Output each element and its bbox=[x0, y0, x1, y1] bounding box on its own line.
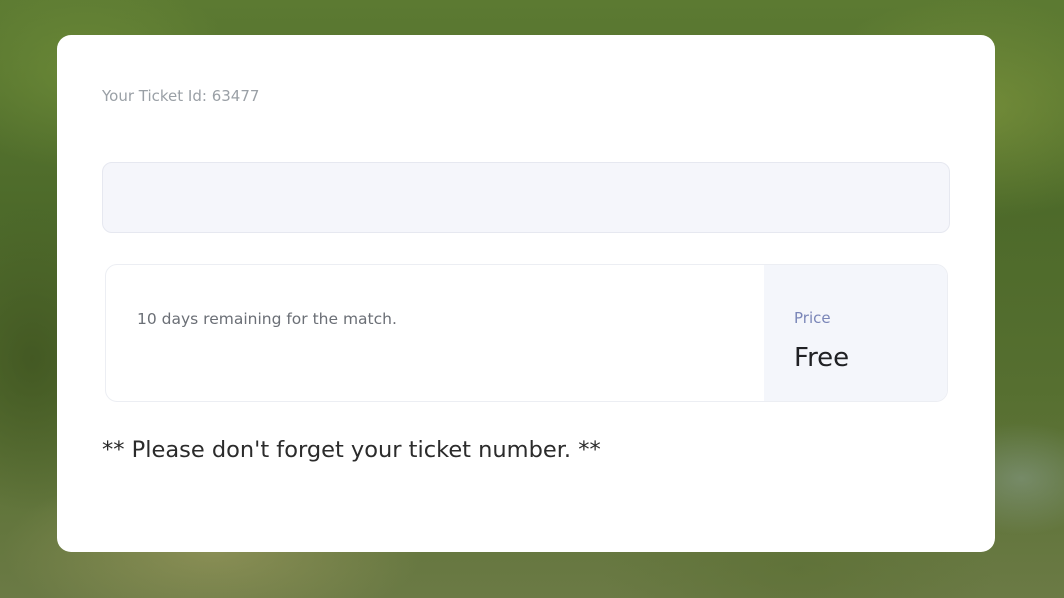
price-value: Free bbox=[794, 343, 850, 373]
ticket-input-field[interactable] bbox=[102, 162, 950, 233]
reminder-text: ** Please don't forget your ticket numbe… bbox=[102, 437, 601, 463]
price-label: Price bbox=[794, 309, 831, 327]
match-info-box: 10 days remaining for the match. Price F… bbox=[105, 264, 948, 402]
ticket-id-label: Your Ticket Id: 63477 bbox=[102, 87, 260, 105]
price-panel: Price Free bbox=[764, 265, 947, 401]
ticket-card: Your Ticket Id: 63477 10 days remaining … bbox=[57, 35, 995, 552]
days-remaining-text: 10 days remaining for the match. bbox=[137, 310, 397, 328]
